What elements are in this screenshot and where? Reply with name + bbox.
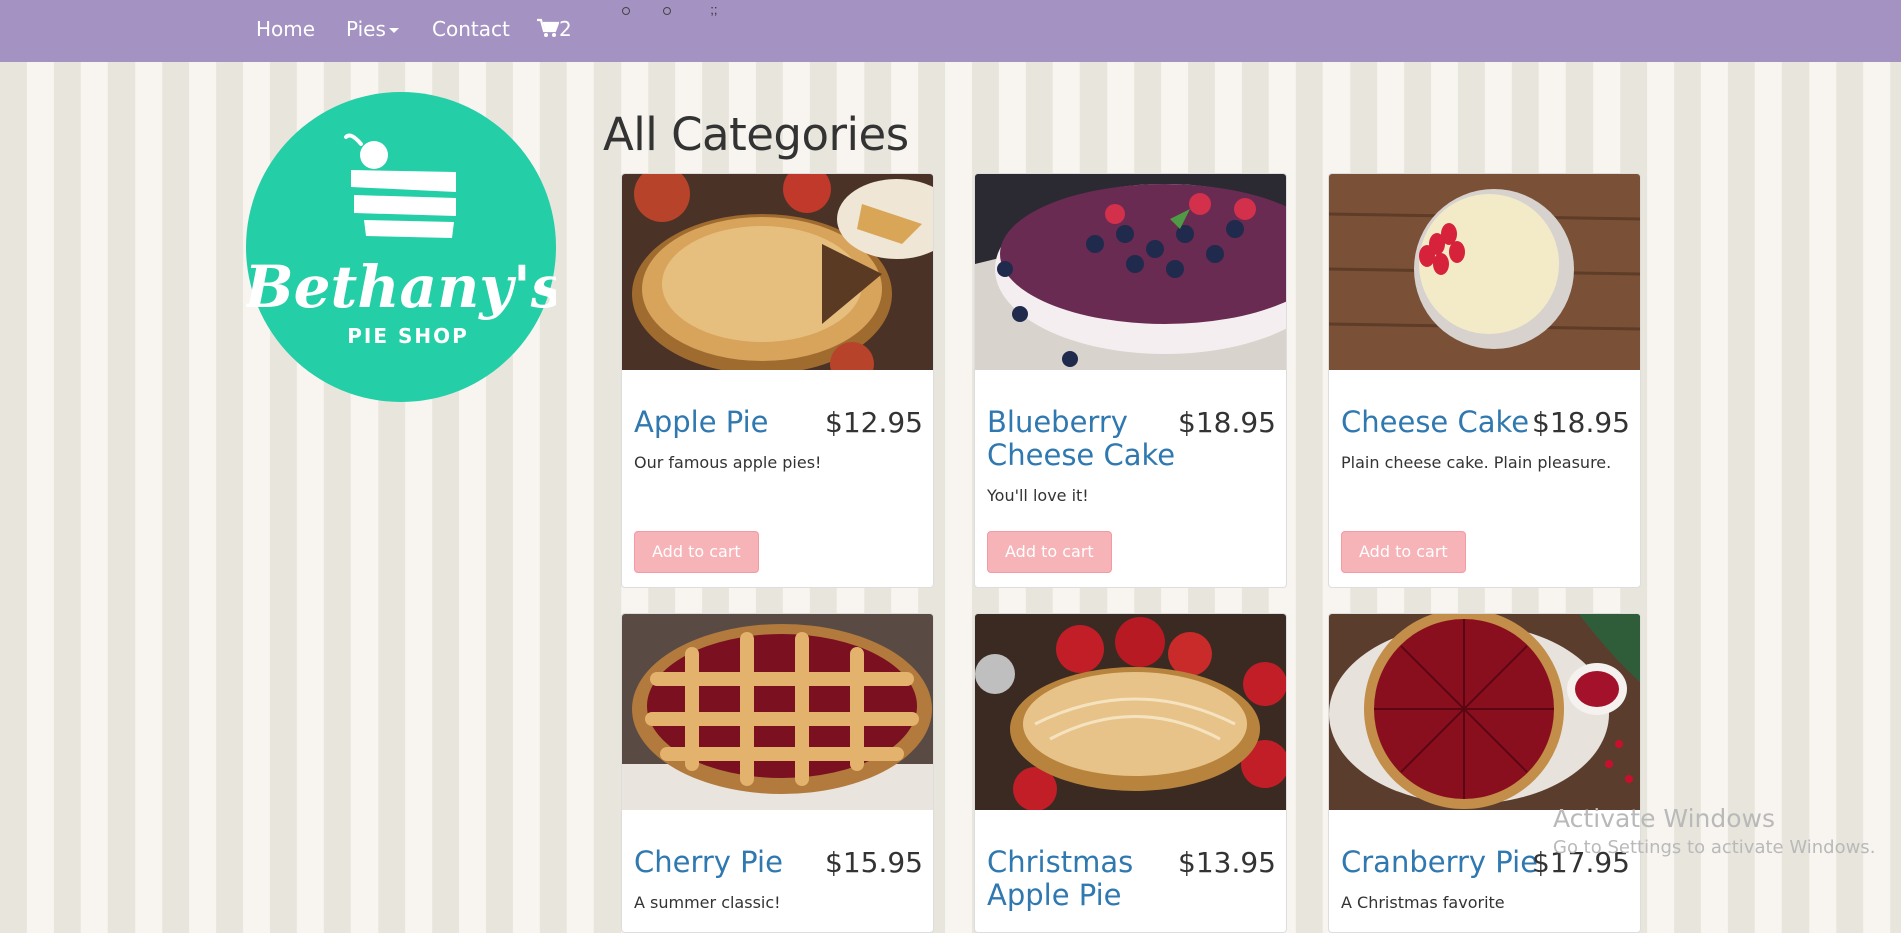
product-description: A Christmas favorite xyxy=(1341,893,1505,912)
product-description: Our famous apple pies! xyxy=(634,453,822,472)
product-name[interactable]: Cheese Cake xyxy=(1341,406,1541,439)
product-card-apple-pie: Apple Pie $12.95 Our famous apple pies! … xyxy=(621,173,934,588)
product-image-cherry-pie[interactable] xyxy=(622,614,934,810)
product-image-christmas-apple-pie[interactable] xyxy=(975,614,1287,810)
navbar: Home Pies Contact 2 ;; xyxy=(0,0,1901,62)
product-name[interactable]: Cranberry Pie xyxy=(1341,846,1541,879)
nav-home-link[interactable]: Home xyxy=(256,17,315,41)
chevron-down-icon xyxy=(388,28,399,33)
product-description: Plain cheese cake. Plain pleasure. xyxy=(1341,453,1612,472)
watermark-subtitle: Go to Settings to activate Windows. xyxy=(1553,837,1876,858)
product-image-cranberry-pie[interactable] xyxy=(1329,614,1641,810)
list-bullet-icon xyxy=(622,6,630,15)
nav-cart-link[interactable]: 2 xyxy=(537,17,572,41)
nav-pies-dropdown[interactable]: Pies xyxy=(346,17,399,41)
product-price: $13.95 xyxy=(1178,846,1276,879)
product-price: $18.95 xyxy=(1178,406,1276,439)
product-name[interactable]: Cherry Pie xyxy=(634,846,834,879)
product-price: $12.95 xyxy=(825,406,923,439)
product-card-cheese-cake: Cheese Cake $18.95 Plain cheese cake. Pl… xyxy=(1328,173,1641,588)
product-card-cranberry-pie: Cranberry Pie $17.95 A Christmas favorit… xyxy=(1328,613,1641,933)
product-card-christmas-apple-pie: Christmas Apple Pie $13.95 xyxy=(974,613,1287,933)
product-name[interactable]: Christmas Apple Pie xyxy=(987,846,1202,912)
product-image-cheese-cake[interactable] xyxy=(1329,174,1641,370)
product-name[interactable]: Apple Pie xyxy=(634,406,834,439)
product-description: You'll love it! xyxy=(987,486,1089,505)
stray-text: ;; xyxy=(710,2,718,17)
cart-count: 2 xyxy=(559,17,572,41)
logo-name: Bethany's xyxy=(246,253,556,321)
product-name[interactable]: Blueberry Cheese Cake xyxy=(987,406,1187,472)
page-title: All Categories xyxy=(603,108,909,161)
product-card-cherry-pie: Cherry Pie $15.95 A summer classic! xyxy=(621,613,934,933)
product-image-blueberry-cheese-cake[interactable] xyxy=(975,174,1287,370)
product-image-apple-pie[interactable] xyxy=(622,174,934,370)
list-bullet-icon xyxy=(662,6,671,15)
logo[interactable]: Bethany's PIE SHOP xyxy=(246,92,556,402)
add-to-cart-button[interactable]: Add to cart xyxy=(634,531,759,573)
logo-subtitle: PIE SHOP xyxy=(347,324,469,348)
nav-contact-link[interactable]: Contact xyxy=(432,17,510,41)
stray-list-markers: ;; xyxy=(622,2,717,17)
product-price: $15.95 xyxy=(825,846,923,879)
product-price: $18.95 xyxy=(1532,406,1630,439)
add-to-cart-button[interactable]: Add to cart xyxy=(1341,531,1466,573)
product-description: A summer classic! xyxy=(634,893,781,912)
add-to-cart-button[interactable]: Add to cart xyxy=(987,531,1112,573)
watermark-title: Activate Windows xyxy=(1553,804,1775,833)
nav-pies-label: Pies xyxy=(346,17,386,41)
cart-icon xyxy=(537,18,560,37)
activate-windows-watermark: Activate Windows Go to Settings to activ… xyxy=(1553,804,1875,858)
product-card-blueberry-cheese-cake: Blueberry Cheese Cake $18.95 You'll love… xyxy=(974,173,1287,588)
